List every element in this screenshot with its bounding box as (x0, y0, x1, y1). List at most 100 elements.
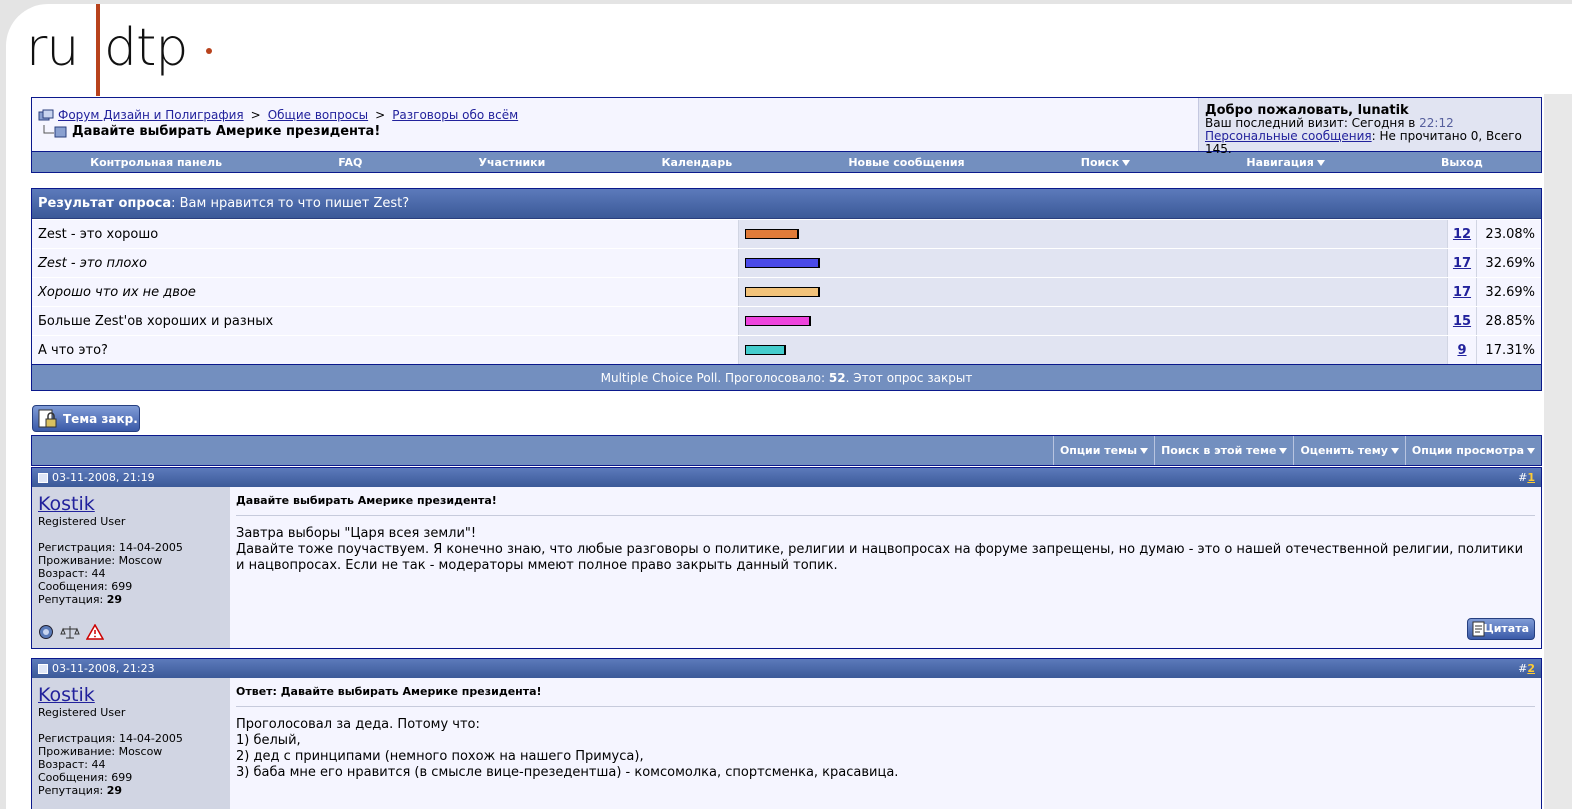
poll-option: Zest - это хорошо 12 23.08% (32, 219, 1541, 248)
poll-question: : Вам нравится то что пишет Zest? (171, 196, 410, 211)
menu-navigation[interactable]: Навигация (1246, 156, 1325, 169)
post-number-link[interactable]: 2 (1527, 662, 1535, 675)
logo-text-left: ru (26, 18, 79, 78)
poll-option-label: А что это? (32, 336, 738, 364)
poll-percent: 32.69% (1476, 249, 1541, 277)
poll-percent: 32.69% (1476, 278, 1541, 306)
author-reputation-label: Репутация: (38, 784, 104, 797)
poll-option-label: Zest - это хорошо (32, 220, 738, 248)
post-number-link[interactable]: 1 (1527, 471, 1535, 484)
poll-bar (745, 345, 786, 355)
private-messages-link[interactable]: Персональные сообщения (1205, 129, 1372, 143)
poll-option-label: Хорошо что их не двое (32, 278, 738, 306)
chevron-down-icon (1390, 447, 1399, 454)
post-message: Ответ: Давайте выбирать Америке президен… (230, 678, 1541, 809)
author-messages: Сообщения: 699 (38, 580, 133, 593)
quote-button[interactable]: Цитата (1467, 618, 1535, 640)
breadcrumb-separator: > (250, 108, 261, 122)
logo-dot (206, 48, 212, 54)
poll-total-votes: 52 (828, 370, 846, 385)
post-date: 03-11-2008, 21:19 (52, 471, 155, 484)
poll-vote-count[interactable]: 9 (1457, 343, 1466, 358)
poll-option-label: Zest - это плохо (32, 249, 738, 277)
menu-control-panel[interactable]: Контрольная панель (90, 156, 222, 169)
poll-header-label: Результат опроса (38, 196, 172, 211)
breadcrumb-link-0[interactable]: Форум Дизайн и Полиграфия (58, 108, 244, 122)
chevron-down-icon (1316, 159, 1325, 166)
poll-bar (745, 229, 799, 239)
post-author-name[interactable]: Kostik (38, 493, 95, 515)
thread-search-menu[interactable]: Поиск в этой теме (1154, 436, 1293, 465)
welcome-panel: Добро пожаловать, lunatik Ваш последний … (1198, 98, 1541, 156)
menu-new-posts[interactable]: Новые сообщения (848, 156, 964, 169)
thread-closed-label: Тема закр. (63, 411, 138, 426)
menu-members[interactable]: Участники (479, 156, 546, 169)
thread-options-menu[interactable]: Опции темы (1052, 436, 1154, 465)
chevron-down-icon (1140, 447, 1149, 454)
poll-vote-count[interactable]: 17 (1453, 285, 1471, 300)
thread-tools-bar: Опции темы Поиск в этой теме Оценить тем… (31, 435, 1542, 466)
logo-divider (96, 4, 100, 96)
menu-search-label: Поиск (1080, 155, 1120, 169)
breadcrumb-link-1[interactable]: Общие вопросы (268, 108, 368, 122)
breadcrumb: Форум Дизайн и Полиграфия > Общие вопрос… (32, 98, 1198, 151)
poll-option: Хорошо что их не двое 17 32.69% (32, 277, 1541, 306)
poll-vote-count[interactable]: 17 (1453, 256, 1471, 271)
post-title: Ответ: Давайте выбирать Америке президен… (236, 684, 1535, 707)
menu-logout[interactable]: Выход (1441, 156, 1483, 169)
report-warning-icon[interactable] (86, 624, 104, 640)
post-text-line: Давайте тоже поучаствуем. Я конечно знаю… (236, 542, 1524, 573)
menu-calendar[interactable]: Календарь (662, 156, 733, 169)
post-author-info: Kostik Registered User Регистрация: 14-0… (32, 487, 230, 648)
poll-percent: 23.08% (1476, 220, 1541, 248)
author-age: Возраст: 44 (38, 567, 106, 580)
author-reputation-value: 29 (106, 593, 123, 606)
last-visit-label: Ваш последний визит: Сегодня в (1205, 116, 1416, 130)
post-number-prefix: # (1518, 471, 1528, 484)
poll-percent: 17.31% (1476, 336, 1541, 364)
thread-closed-button[interactable]: Тема закр. (32, 405, 140, 432)
post-header: 03-11-2008, 21:23 #2 (32, 659, 1541, 678)
thread-display-menu[interactable]: Опции просмотра (1404, 436, 1541, 465)
post: 03-11-2008, 21:19 #1 Kostik Registered U… (31, 467, 1542, 649)
poll-bar (745, 316, 811, 326)
quote-icon (1472, 621, 1485, 637)
author-reputation-value: 29 (106, 784, 123, 797)
thread-rate-menu[interactable]: Оценить тему (1293, 436, 1404, 465)
chevron-down-icon (1279, 447, 1288, 454)
thread-options-label: Опции темы (1059, 444, 1138, 457)
site-logo[interactable]: ru dtp (26, 4, 226, 96)
post-text-line: Проголосовал за деда. Потому что: (236, 717, 480, 732)
quote-button-label: Цитата (1483, 622, 1529, 635)
poll-footer-prefix: Multiple Choice Poll. Проголосовало: (600, 370, 826, 385)
poll-vote-count[interactable]: 15 (1453, 314, 1471, 329)
forum-home-icon[interactable] (38, 109, 54, 121)
author-messages: Сообщения: 699 (38, 771, 133, 784)
post-text-line: 2) дед с принципами (немного похож на на… (236, 749, 644, 764)
post-text-line: 3) баба мне его нравится (в смысле вице-… (236, 765, 899, 780)
poll-footer: Multiple Choice Poll. Проголосовало: 52.… (32, 364, 1541, 390)
author-reputation-label: Репутация: (38, 593, 104, 606)
breadcrumb-link-2[interactable]: Разговоры обо всём (392, 108, 518, 122)
post-status-icon (38, 663, 48, 674)
poll-header: Результат опроса: Вам нравится то что пи… (32, 189, 1541, 219)
post-status-icon (38, 472, 48, 483)
post-author-name[interactable]: Kostik (38, 684, 95, 706)
right-shade (1544, 94, 1572, 809)
last-visit-time: 22:12 (1419, 116, 1454, 130)
poll-option: Zest - это плохо 17 32.69% (32, 248, 1541, 277)
page-title: Давайте выбирать Америке президента! (72, 124, 381, 139)
reputation-scales-icon[interactable] (60, 624, 80, 640)
post-author-info: Kostik Registered User Регистрация: 14-0… (32, 678, 230, 809)
thread-arrow-icon (43, 124, 67, 137)
poll-footer-suffix: . Этот опрос закрыт (845, 370, 973, 385)
post-number-prefix: # (1518, 662, 1528, 675)
author-age: Возраст: 44 (38, 758, 106, 771)
poll-vote-count[interactable]: 12 (1453, 227, 1471, 242)
author-registration: Регистрация: 14-04-2005 (38, 541, 183, 554)
poll-option-label: Больше Zest'ов хороших и разных (32, 307, 738, 335)
post-author-role: Registered User (38, 706, 126, 719)
menu-faq[interactable]: FAQ (338, 156, 362, 169)
menu-search[interactable]: Поиск (1080, 155, 1131, 169)
poll-bar (745, 287, 820, 297)
